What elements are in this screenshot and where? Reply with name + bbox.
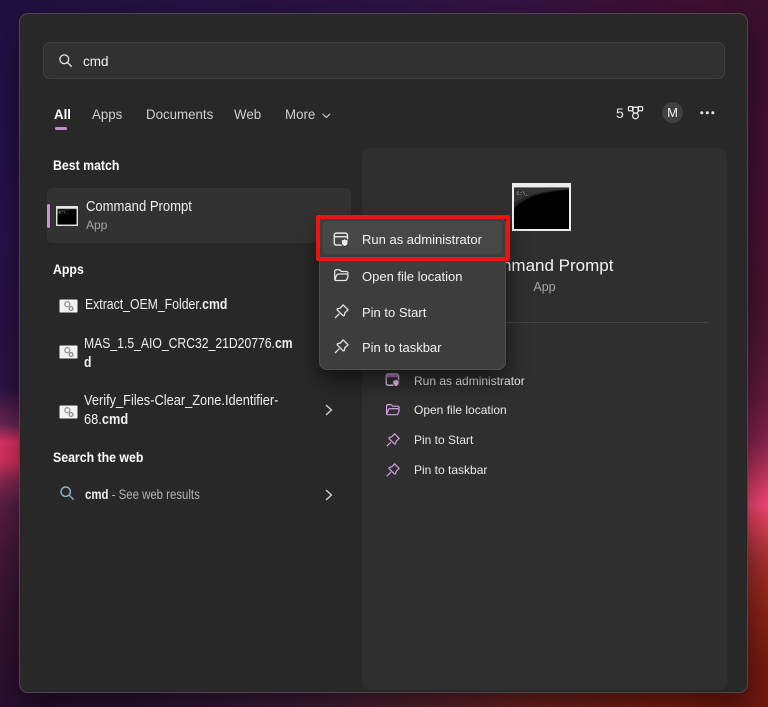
svg-text:C:\_: C:\_ xyxy=(517,191,530,197)
svg-text:C:\_: C:\_ xyxy=(59,210,69,215)
